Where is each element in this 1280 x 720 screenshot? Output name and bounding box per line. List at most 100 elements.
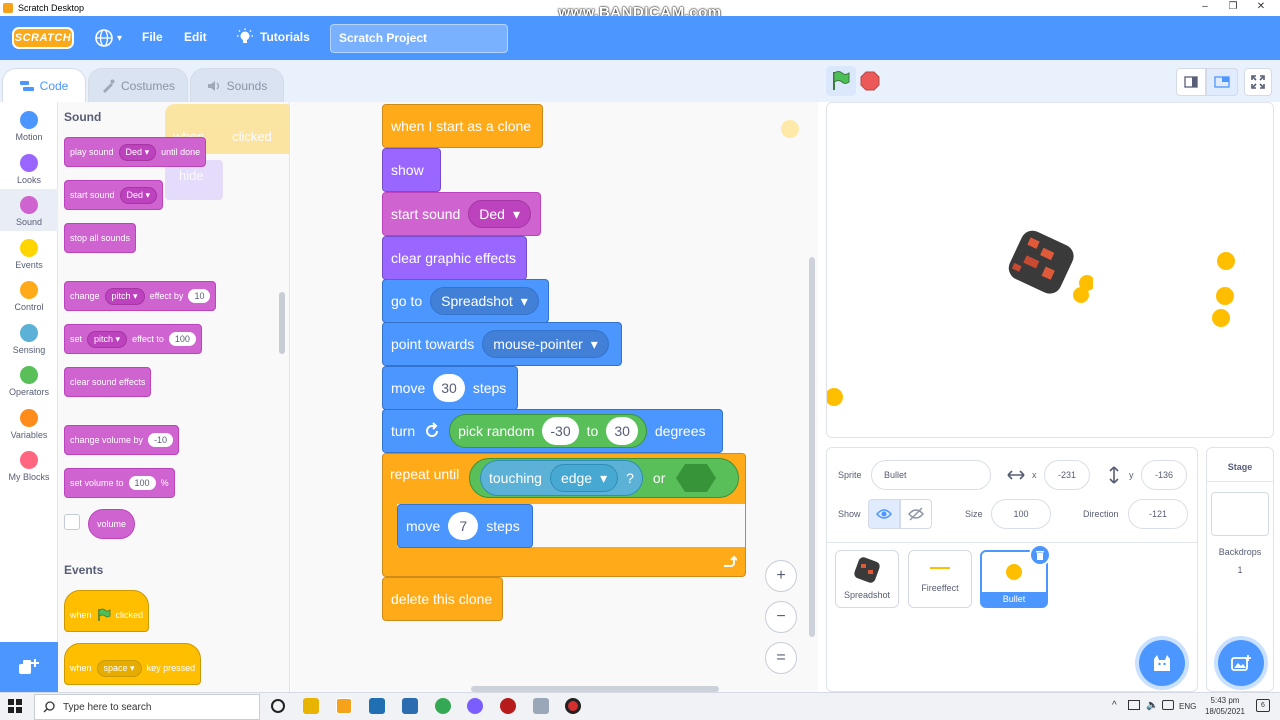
random-to-input[interactable]: 30 [606,417,638,445]
effect-value-input[interactable]: 10 [188,289,211,303]
direction-input[interactable]: -121 [1128,499,1188,529]
battery-icon[interactable] [1162,700,1174,710]
effect-dropdown[interactable]: pitch ▾ [104,287,145,305]
stage-canvas[interactable] [826,102,1274,438]
show-block[interactable]: show [382,148,441,192]
add-backdrop-button[interactable] [1218,640,1264,686]
chrome-icon[interactable] [435,698,451,714]
zoom-reset-button[interactable]: = [765,642,797,674]
pick-random-block[interactable]: pick random -30 to 30 [449,414,647,448]
move-steps-inner-block[interactable]: move 7 steps [397,504,533,548]
touching-block[interactable]: touching edge ▾ ? [480,460,643,496]
delete-this-clone-block[interactable]: delete this clone [382,577,503,621]
show-sprite-button[interactable] [868,499,900,529]
x-input[interactable]: -231 [1044,460,1090,490]
file-menu[interactable]: File [142,30,163,44]
scratch-logo[interactable]: SCRATCH [12,27,74,49]
zoom-in-button[interactable]: + [765,560,797,592]
tab-costumes[interactable]: Costumes [88,68,188,102]
sound-dropdown[interactable]: Ded ▾ [468,200,531,228]
windows-start-button[interactable] [8,699,22,718]
sound-dropdown[interactable]: Ded ▾ [119,186,158,204]
tutorials-button[interactable]: Tutorials [236,28,310,46]
category-sensing[interactable]: Sensing [0,317,58,359]
file-explorer-icon[interactable] [303,698,319,714]
sprite-tile-fireeffect[interactable]: Fireeffect [908,550,972,608]
tab-code[interactable]: Code [2,68,86,102]
y-input[interactable]: -136 [1141,460,1187,490]
play-sound-block[interactable]: play sound Ded ▾ until done [64,137,207,167]
script-area[interactable]: when I start as a clone show start sound… [291,102,818,692]
language-indicator[interactable]: ENG [1179,702,1196,711]
clear-graphic-effects-block[interactable]: clear graphic effects [382,236,527,280]
point-towards-block[interactable]: point towards mouse-pointer ▾ [382,322,622,366]
category-my-blocks[interactable]: My Blocks [0,444,58,486]
app-icon[interactable] [500,698,516,714]
category-operators[interactable]: Operators [0,359,58,401]
key-dropdown[interactable]: space ▾ [96,659,142,677]
effect-value-input[interactable]: 100 [168,332,196,346]
volume-reporter-block[interactable]: volume [88,509,136,539]
category-control[interactable]: Control [0,274,58,316]
shield-icon[interactable] [369,698,385,714]
effect-dropdown[interactable]: pitch ▾ [87,330,128,348]
touching-target-dropdown[interactable]: edge ▾ [549,464,619,492]
point-target-dropdown[interactable]: mouse-pointer ▾ [482,330,609,358]
close-window-button[interactable]: ✕ [1247,0,1275,16]
taskbar-search[interactable]: Type here to search [34,694,260,720]
change-effect-block[interactable]: change pitch ▾ effect by 10 [64,281,217,311]
category-looks[interactable]: Looks [0,147,58,189]
when-key-pressed-block[interactable]: when space ▾ key pressed [64,643,202,685]
empty-boolean-slot[interactable] [675,463,717,493]
language-menu[interactable]: ▾ [94,28,122,48]
messenger-icon[interactable] [467,698,483,714]
category-events[interactable]: Events [0,232,58,274]
change-volume-block[interactable]: change volume by -10 [64,425,180,455]
network-icon[interactable] [1128,700,1140,710]
tab-sounds[interactable]: Sounds [190,68,284,102]
green-flag-button[interactable] [826,66,856,96]
stop-all-sounds-block[interactable]: stop all sounds [64,223,137,253]
add-extension-button[interactable] [0,642,58,692]
delete-sprite-button[interactable] [1029,544,1051,566]
clear-sound-effects-block[interactable]: clear sound effects [64,367,152,397]
set-effect-block[interactable]: set pitch ▾ effect to 100 [64,324,202,354]
sprite-name-input[interactable]: Bullet [871,460,991,490]
palette-scrollbar[interactable] [279,292,285,354]
record-icon[interactable] [565,698,581,714]
cortana-icon[interactable] [271,699,285,713]
small-stage-button[interactable] [1176,68,1206,96]
start-sound-block[interactable]: start sound Ded ▾ [382,192,541,236]
random-from-input[interactable]: -30 [542,417,579,445]
stage-thumbnail[interactable] [1211,492,1269,536]
goto-target-dropdown[interactable]: Spreadshot ▾ [430,287,539,315]
volume-value-input[interactable]: -10 [148,433,174,447]
notification-center-button[interactable]: 6 [1256,699,1270,712]
minimize-button[interactable]: – [1191,0,1219,16]
zoom-out-button[interactable]: − [765,601,797,633]
when-start-clone-hat-block[interactable]: when I start as a clone [382,104,543,148]
maximize-button[interactable]: ❐ [1219,0,1247,16]
volume-value-input[interactable]: 100 [128,476,156,490]
paint-icon[interactable] [533,698,549,714]
volume-tray-icon[interactable]: 🔈 [1146,700,1158,711]
mail-icon[interactable] [402,698,418,714]
size-input[interactable]: 100 [991,499,1051,529]
category-variables[interactable]: Variables [0,402,58,444]
fullscreen-button[interactable] [1244,68,1272,96]
scratch-taskbar-icon[interactable] [336,698,352,714]
add-sprite-button[interactable] [1139,640,1185,686]
steps-input[interactable]: 30 [433,374,465,402]
go-to-block[interactable]: go to Spreadshot ▾ [382,279,549,323]
script-vertical-scrollbar[interactable] [809,257,815,637]
clock[interactable]: 5:43 pm 18/05/2021 [1200,695,1250,717]
turn-block[interactable]: turn pick random -30 to 30 degrees [382,409,723,453]
edit-menu[interactable]: Edit [184,30,207,44]
move-steps-block[interactable]: move 30 steps [382,366,518,410]
volume-monitor-checkbox[interactable] [64,514,80,530]
steps-input[interactable]: 7 [448,512,479,540]
sprite-tile-spreadshot[interactable]: Spreadshot [835,550,899,608]
sound-dropdown[interactable]: Ded ▾ [118,143,157,161]
stop-button[interactable] [860,71,880,96]
set-volume-block[interactable]: set volume to 100 % [64,468,175,498]
